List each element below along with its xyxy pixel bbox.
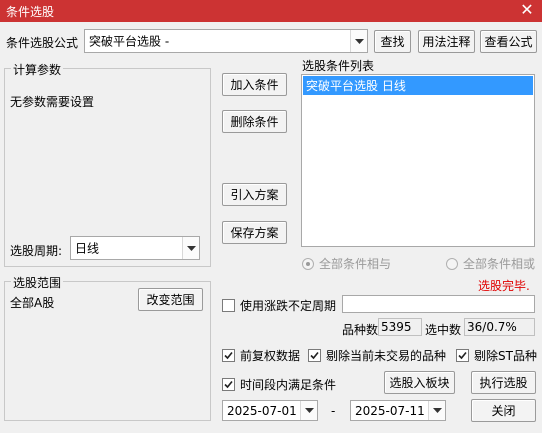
chevron-down-icon[interactable] [182, 237, 199, 259]
add-condition-button[interactable]: 加入条件 [222, 73, 287, 96]
radio-all-and-label: 全部条件相与 [319, 257, 392, 271]
find-button[interactable]: 查找 [374, 30, 411, 53]
exclude-untraded-label: 剔除当前未交易的品种 [326, 349, 447, 363]
radio-dot-icon [302, 257, 314, 270]
chevron-down-icon[interactable] [350, 30, 367, 52]
exclude-st-checkbox[interactable]: 剔除ST品种 [456, 347, 537, 364]
close-icon[interactable]: ✕ [518, 1, 536, 19]
scope-value: 全部A股 [10, 296, 55, 310]
formula-select[interactable]: 突破平台选股 - [84, 29, 368, 53]
params-title: 计算参数 [11, 61, 64, 78]
radio-dot-icon [446, 257, 458, 270]
view-formula-button[interactable]: 查看公式 [480, 30, 537, 53]
end-date-picker[interactable]: 2025-07-11 [350, 400, 446, 421]
forward-adjust-label: 前复权数据 [240, 349, 301, 363]
radio-all-or-label: 全部条件相或 [463, 257, 536, 271]
save-scheme-button[interactable]: 保存方案 [222, 221, 287, 244]
end-date-value: 2025-07-11 [355, 403, 425, 418]
checkbox-box [456, 349, 469, 362]
window-title: 条件选股 [6, 5, 55, 19]
date-separator: - [331, 404, 336, 418]
selected-label: 选中数 [425, 323, 462, 337]
checkbox-box [222, 299, 235, 312]
title-bar: 条件选股 ✕ [0, 0, 542, 22]
close-button[interactable]: 关闭 [471, 399, 536, 422]
checkbox-box [308, 349, 321, 362]
irregular-period-input[interactable] [342, 295, 535, 313]
irregular-period-checkbox[interactable]: 使用涨跌不定周期 [222, 297, 336, 314]
period-select[interactable]: 日线 [70, 236, 200, 260]
execute-button[interactable]: 执行选股 [471, 371, 536, 394]
start-date-value: 2025-07-01 [227, 403, 297, 418]
formula-label: 条件选股公式 [6, 36, 79, 50]
radio-all-and[interactable]: 全部条件相与 [302, 255, 391, 272]
radio-all-or[interactable]: 全部条件相或 [446, 255, 535, 272]
condition-list-title: 选股条件列表 [302, 59, 375, 73]
change-scope-button[interactable]: 改变范围 [138, 288, 203, 311]
delete-condition-button[interactable]: 删除条件 [222, 110, 287, 133]
check-icon [224, 380, 233, 389]
check-icon [310, 351, 319, 360]
period-label: 选股周期: [10, 244, 63, 258]
irregular-period-label: 使用涨跌不定周期 [240, 299, 337, 313]
period-value: 日线 [75, 241, 100, 256]
usage-notes-button[interactable]: 用法注释 [418, 30, 475, 53]
check-icon [458, 351, 467, 360]
status-text: 选股完毕. [478, 279, 530, 293]
checkbox-box [222, 378, 235, 391]
formula-value: 突破平台选股 - [89, 34, 170, 49]
count-label: 品种数 [342, 323, 379, 337]
time-range-label: 时间段内满足条件 [240, 378, 337, 392]
condition-list[interactable]: 突破平台选股 日线 [301, 74, 535, 247]
exclude-untraded-checkbox[interactable]: 剔除当前未交易的品种 [308, 347, 446, 364]
add-to-block-button[interactable]: 选股入板块 [384, 371, 455, 394]
selected-value: 36/0.7% [464, 318, 535, 336]
import-scheme-button[interactable]: 引入方案 [222, 183, 287, 206]
start-date-picker[interactable]: 2025-07-01 [222, 400, 318, 421]
exclude-st-label: 剔除ST品种 [474, 349, 537, 363]
scope-title: 选股范围 [11, 274, 64, 291]
time-range-checkbox[interactable]: 时间段内满足条件 [222, 376, 336, 393]
check-icon [224, 351, 233, 360]
checkbox-box [222, 349, 235, 362]
chevron-down-icon[interactable] [300, 401, 317, 420]
forward-adjust-checkbox[interactable]: 前复权数据 [222, 347, 300, 364]
chevron-down-icon[interactable] [428, 401, 445, 420]
list-item[interactable]: 突破平台选股 日线 [303, 76, 533, 95]
no-params-text: 无参数需要设置 [10, 95, 95, 109]
count-value: 5395 [378, 318, 422, 336]
